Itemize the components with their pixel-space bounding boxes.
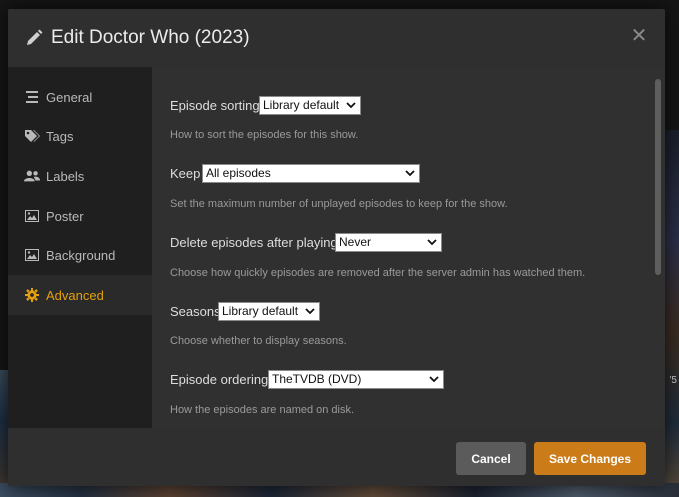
chevron-down-icon bbox=[346, 102, 356, 109]
delete-after-label: Delete episodes after playing bbox=[170, 235, 338, 250]
list-icon bbox=[24, 89, 40, 105]
seasons-help: Choose whether to display seasons. bbox=[170, 335, 347, 347]
save-changes-button[interactable]: Save Changes bbox=[534, 442, 646, 475]
sidebar-item-label: Tags bbox=[46, 128, 74, 144]
edit-dialog: Edit Doctor Who (2023) ✕ General Tags La… bbox=[8, 9, 665, 486]
seasons-value: Library default bbox=[222, 304, 299, 318]
tag-icon bbox=[24, 128, 40, 144]
advanced-settings-panel: Episode sorting Library default How to s… bbox=[152, 67, 665, 428]
delete-after-row: Delete episodes after playing Never bbox=[170, 233, 460, 252]
sidebar-item-labels[interactable]: Labels bbox=[8, 156, 152, 196]
sidebar-item-poster[interactable]: Poster bbox=[8, 196, 152, 236]
episode-ordering-help: How the episodes are named on disk. bbox=[170, 404, 355, 416]
cancel-button[interactable]: Cancel bbox=[456, 442, 526, 475]
keep-label: Keep bbox=[170, 166, 201, 181]
episode-ordering-row: Episode ordering TheTVDB (DVD) bbox=[170, 370, 460, 389]
keep-help: Set the maximum number of unplayed episo… bbox=[170, 198, 508, 210]
episode-sorting-row: Episode sorting Library default bbox=[170, 96, 370, 115]
background-artwork-left bbox=[0, 370, 8, 497]
episode-ordering-select[interactable]: TheTVDB (DVD) bbox=[268, 370, 444, 389]
dialog-title: Edit Doctor Who (2023) bbox=[51, 27, 250, 48]
sidebar: General Tags Labels Poster Background Ad… bbox=[8, 67, 152, 428]
pencil-icon bbox=[27, 29, 43, 45]
sidebar-item-label: Labels bbox=[46, 168, 85, 184]
keep-row: Keep All episodes bbox=[170, 164, 430, 183]
sidebar-item-tags[interactable]: Tags bbox=[8, 116, 152, 156]
users-icon bbox=[24, 168, 40, 184]
dialog-footer: Cancel Save Changes bbox=[8, 428, 665, 486]
image-icon bbox=[24, 208, 40, 224]
keep-select[interactable]: All episodes bbox=[202, 164, 420, 183]
chevron-down-icon bbox=[305, 308, 315, 315]
sidebar-item-advanced[interactable]: Advanced bbox=[8, 275, 152, 315]
episode-sorting-select[interactable]: Library default bbox=[259, 96, 361, 115]
sidebar-item-background[interactable]: Background bbox=[8, 235, 152, 275]
episode-sorting-help: How to sort the episodes for this show. bbox=[170, 129, 359, 141]
sidebar-item-label: Background bbox=[46, 247, 116, 263]
gear-icon bbox=[24, 287, 40, 303]
chevron-down-icon bbox=[405, 170, 415, 177]
dialog-header: Edit Doctor Who (2023) ✕ bbox=[8, 9, 665, 67]
sidebar-item-label: Poster bbox=[46, 208, 84, 224]
sidebar-item-general[interactable]: General bbox=[8, 77, 152, 117]
background-artwork-right bbox=[665, 130, 679, 497]
delete-after-help: Choose how quickly episodes are removed … bbox=[170, 267, 586, 279]
sidebar-item-label: General bbox=[46, 89, 93, 105]
close-icon[interactable]: ✕ bbox=[628, 25, 650, 47]
keep-value: All episodes bbox=[206, 166, 271, 180]
delete-after-select[interactable]: Never bbox=[335, 233, 442, 252]
image-icon bbox=[24, 247, 40, 263]
sidebar-item-label: Advanced bbox=[46, 287, 104, 303]
episode-ordering-label: Episode ordering bbox=[170, 372, 269, 387]
episode-ordering-value: TheTVDB (DVD) bbox=[272, 372, 362, 386]
seasons-row: Seasons Library default bbox=[170, 302, 330, 321]
episode-sorting-value: Library default bbox=[263, 98, 340, 112]
background-text: '5 bbox=[669, 375, 677, 386]
seasons-label: Seasons bbox=[170, 304, 221, 319]
chevron-down-icon bbox=[429, 376, 439, 383]
chevron-down-icon bbox=[427, 239, 437, 246]
scrollbar-thumb[interactable] bbox=[655, 79, 661, 275]
delete-after-value: Never bbox=[339, 235, 372, 249]
episode-sorting-label: Episode sorting bbox=[170, 98, 260, 113]
seasons-select[interactable]: Library default bbox=[218, 302, 320, 321]
